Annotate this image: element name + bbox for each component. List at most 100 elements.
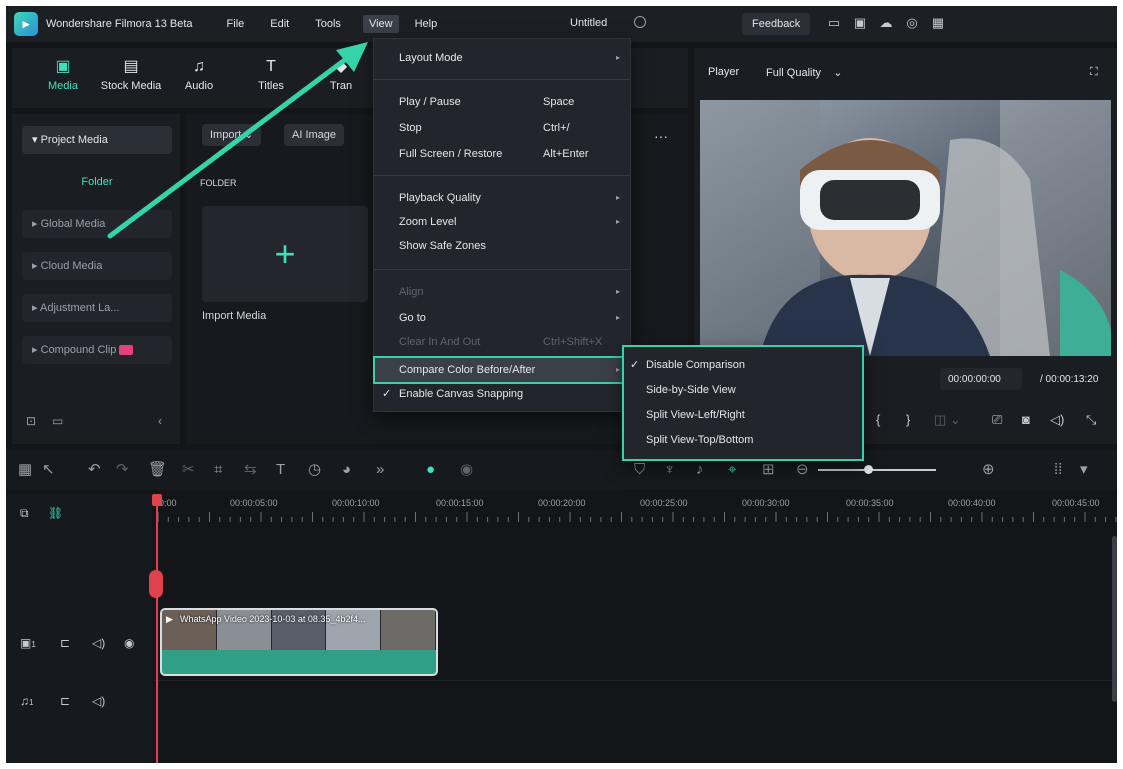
sidebar-folder[interactable]: Folder: [22, 168, 172, 196]
playhead-handle[interactable]: [152, 494, 162, 506]
render-icon[interactable]: ◉: [460, 461, 473, 479]
speed-icon[interactable]: ◷: [308, 461, 321, 479]
fit-timeline-icon[interactable]: ⊞: [762, 461, 775, 479]
more-options-icon[interactable]: ···: [654, 128, 668, 144]
render-preview-icon[interactable]: ◫ ⌄: [934, 412, 961, 428]
quality-dropdown[interactable]: Full Quality ⌄: [766, 66, 842, 79]
audio-detach-icon[interactable]: ⇆: [244, 461, 257, 479]
import-media-tile[interactable]: +: [202, 206, 368, 302]
menu-playback-quality[interactable]: Playback Quality ▸: [374, 187, 630, 209]
menu-item-label: Compare Color Before/After: [399, 364, 536, 376]
track-mute-icon[interactable]: ◁): [92, 636, 105, 650]
link-icon[interactable]: ⛓: [48, 506, 63, 520]
menu-stop[interactable]: Stop Ctrl+/: [374, 117, 630, 139]
timeline-tracks[interactable]: ▶ WhatsApp Video 2023-10-03 at 08.35_4b2…: [154, 530, 1117, 763]
tab-media[interactable]: ▣ Media: [28, 56, 98, 92]
menu-edit[interactable]: Edit: [266, 15, 293, 33]
vertical-scrollbar[interactable]: [1112, 536, 1117, 702]
headset-icon[interactable]: ◎: [904, 15, 920, 31]
cloud-icon[interactable]: ☁: [878, 15, 894, 31]
tab-titles[interactable]: T Titles: [236, 56, 306, 92]
playhead-knob[interactable]: [149, 570, 163, 598]
mark-in-icon[interactable]: {: [876, 412, 880, 427]
folder-icon[interactable]: ▭: [52, 414, 63, 428]
ruler-label: 00:00:30:00: [742, 498, 790, 508]
mark-out-icon[interactable]: }: [906, 412, 910, 427]
menu-go-to[interactable]: Go to ▸: [374, 307, 630, 329]
menu-item-label: Stop: [399, 122, 422, 134]
snapshot-icon[interactable]: ◙: [1022, 412, 1030, 427]
folder-lock-icon[interactable]: ⊏: [60, 636, 70, 650]
layout-icon[interactable]: ▭: [826, 15, 842, 31]
delete-icon[interactable]: 🗑: [148, 461, 167, 479]
marker-icon[interactable]: ⛉: [634, 461, 645, 479]
audio-mute-icon[interactable]: ◁): [92, 694, 105, 708]
menu-show-safe-zones[interactable]: Show Safe Zones: [374, 235, 630, 257]
cut-icon[interactable]: ✂: [182, 461, 195, 479]
text-tool-icon[interactable]: T: [276, 461, 285, 479]
more-tools-icon[interactable]: »: [376, 461, 384, 479]
submenu-side-by-side[interactable]: Side-by-Side View: [624, 378, 862, 402]
audio-folder-lock-icon[interactable]: ⊏: [60, 694, 70, 708]
submenu-split-left-right[interactable]: Split View-Left/Right: [624, 403, 862, 427]
audio-mix-icon[interactable]: ♪: [696, 461, 704, 479]
menu-play-pause[interactable]: Play / Pause Space: [374, 91, 630, 113]
undo-icon[interactable]: ↶: [88, 461, 101, 479]
collapse-panel-icon[interactable]: ‹: [158, 414, 162, 428]
tab-stock-media[interactable]: ▤ Stock Media: [96, 56, 166, 92]
volume-icon[interactable]: ◁): [1050, 412, 1064, 428]
display-icon[interactable]: ⎚: [992, 412, 1002, 428]
redo-icon[interactable]: ↷: [116, 461, 129, 479]
layout-grid-icon[interactable]: ▦: [18, 461, 32, 479]
eye-icon[interactable]: ◉: [124, 636, 134, 650]
zoom-out-icon[interactable]: ⊖: [796, 461, 809, 479]
timeline-ruler[interactable]: 00:00 00:00:05:00 00:00:10:00 00:00:15:0…: [154, 494, 1117, 530]
zoom-slider[interactable]: [818, 469, 936, 471]
sidebar-item-project-media[interactable]: ▾ Project Media: [22, 126, 172, 154]
submenu-disable-comparison[interactable]: ✓ Disable Comparison: [624, 353, 862, 377]
snapshot-view-icon[interactable]: ⛶: [1090, 66, 1098, 79]
feedback-button[interactable]: Feedback: [742, 13, 811, 35]
menu-help[interactable]: Help: [411, 15, 442, 33]
dropdown-icon[interactable]: ▾: [1080, 461, 1088, 479]
fullscreen-icon[interactable]: ⤡: [1086, 412, 1096, 428]
menu-view[interactable]: View: [362, 15, 399, 33]
tab-audio[interactable]: ♫ Audio: [164, 56, 234, 92]
sidebar-item-adjustment-layer[interactable]: ▸ Adjustment La...: [22, 294, 172, 322]
ai-image-button[interactable]: AI Image: [284, 124, 345, 146]
menu-zoom-level[interactable]: Zoom Level ▸: [374, 211, 630, 233]
menu-full-screen[interactable]: Full Screen / Restore Alt+Enter: [374, 143, 630, 165]
ai-copilot-icon[interactable]: ●: [426, 461, 435, 479]
apps-grid-icon[interactable]: ▦: [930, 15, 946, 31]
media-icon: ▣: [55, 58, 71, 75]
select-tool-icon[interactable]: ↖: [42, 461, 55, 479]
sidebar-item-cloud-media[interactable]: ▸ Cloud Media: [22, 252, 172, 280]
zoom-in-icon[interactable]: ⊕: [982, 461, 995, 479]
video-track-icon: ▣1: [20, 636, 36, 650]
new-folder-icon[interactable]: ⊡: [26, 414, 36, 428]
zoom-slider-handle[interactable]: [864, 465, 873, 474]
color-palette-icon[interactable]: ◕: [342, 461, 351, 479]
stock-media-icon: ▤: [123, 58, 139, 75]
sidebar-item-global-media[interactable]: ▸ Global Media: [22, 210, 172, 238]
menu-compare-color[interactable]: Compare Color Before/After ▸: [373, 356, 631, 384]
video-clip[interactable]: ▶ WhatsApp Video 2023-10-03 at 08.35_4b2…: [160, 608, 438, 676]
save-icon[interactable]: ▣: [852, 15, 868, 31]
playhead[interactable]: [156, 494, 158, 763]
sidebar-item-compound-clip[interactable]: ▸ Compound Clip: [22, 336, 172, 364]
track-layout-icon[interactable]: ⁞⁞: [1054, 461, 1062, 479]
import-label: Import: [210, 129, 242, 141]
import-dropdown[interactable]: Import ⌄: [202, 124, 262, 146]
menu-separator: [374, 79, 630, 80]
crop-icon[interactable]: ⌗: [214, 461, 222, 479]
submenu-split-top-bottom[interactable]: Split View-Top/Bottom: [624, 428, 862, 452]
audio-track-icon: ♫1: [20, 694, 34, 708]
menu-file[interactable]: File: [223, 15, 249, 33]
add-track-icon[interactable]: ⧉: [20, 506, 29, 521]
menu-layout-mode[interactable]: Layout Mode ▸: [374, 47, 630, 69]
microphone-icon[interactable]: ♆: [664, 461, 675, 479]
tab-transitions[interactable]: ◆ Tran: [306, 56, 376, 92]
snap-icon[interactable]: ⌖: [728, 461, 736, 479]
menu-tools[interactable]: Tools: [311, 15, 345, 33]
menu-enable-snapping[interactable]: ✓ Enable Canvas Snapping: [374, 383, 630, 405]
